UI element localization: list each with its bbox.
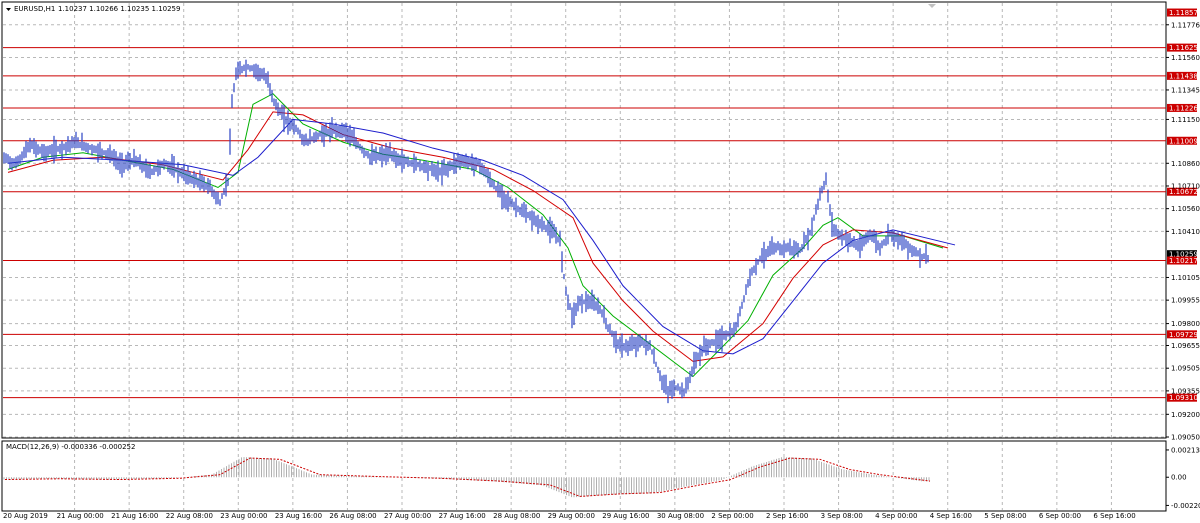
macd-tick-label: 0.002134 bbox=[1171, 446, 1200, 454]
price-tick-label: 1.09355 bbox=[1171, 387, 1200, 395]
macd-tick-label: -0.002205 bbox=[1171, 502, 1200, 510]
price-tick-label: 1.10105 bbox=[1171, 274, 1200, 282]
ohlc-values: 1.10237 1.10266 1.10235 1.10259 bbox=[58, 5, 180, 13]
price-badge-label: 1.11625 bbox=[1169, 44, 1198, 52]
macd-window-frame bbox=[1, 440, 1167, 512]
price-badge-label: 1.10217 bbox=[1169, 257, 1198, 265]
price-tick-label: 1.11345 bbox=[1171, 86, 1200, 94]
time-tick-label: 5 Sep 08:00 bbox=[984, 512, 1026, 520]
price-tick-label: 1.10860 bbox=[1171, 160, 1200, 168]
price-tick-label: 1.09655 bbox=[1171, 342, 1200, 350]
time-tick-label: 23 Aug 00:00 bbox=[220, 512, 267, 520]
chart-canvas[interactable]: 1.118571.116251.114381.112261.110091.106… bbox=[0, 0, 1200, 523]
time-tick-label: 2 Sep 00:00 bbox=[711, 512, 753, 520]
price-tick-label: 1.09800 bbox=[1171, 320, 1200, 328]
time-tick-label: 2 Sep 16:00 bbox=[766, 512, 808, 520]
time-tick-label: 3 Sep 08:00 bbox=[821, 512, 863, 520]
chart-header: EURUSD,H1 1.10237 1.10266 1.10235 1.1025… bbox=[6, 5, 180, 13]
price-badge-label: 1.09729 bbox=[1169, 331, 1198, 339]
price-tick-label: 1.10560 bbox=[1171, 205, 1200, 213]
price-tick-label: 1.11776 bbox=[1171, 21, 1200, 29]
time-tick-label: 29 Aug 00:00 bbox=[548, 512, 595, 520]
time-tick-label: 28 Aug 08:00 bbox=[493, 512, 540, 520]
price-tick-label: 1.09955 bbox=[1171, 297, 1200, 305]
price-tick-label: 1.09200 bbox=[1171, 411, 1200, 419]
time-tick-label: 6 Sep 16:00 bbox=[1093, 512, 1135, 520]
time-tick-label: 21 Aug 16:00 bbox=[111, 512, 158, 520]
time-tick-label: 21 Aug 00:00 bbox=[57, 512, 104, 520]
price-tick-label: 1.11560 bbox=[1171, 54, 1200, 62]
price-badge-label: 1.11857 bbox=[1169, 9, 1198, 17]
time-tick-label: 6 Sep 00:00 bbox=[1039, 512, 1081, 520]
price-tick-label: 1.11150 bbox=[1171, 116, 1200, 124]
macd-tick-label: 0.00 bbox=[1171, 474, 1187, 482]
time-tick-label: 27 Aug 16:00 bbox=[439, 512, 486, 520]
time-tick-label: 20 Aug 2019 bbox=[3, 512, 48, 520]
symbol-label: EURUSD,H1 bbox=[14, 5, 55, 13]
time-tick-label: 23 Aug 16:00 bbox=[275, 512, 322, 520]
price-badge-label: 1.11009 bbox=[1169, 137, 1198, 145]
chart-window[interactable]: 1.11857 1.11625 1.11438 1.11226 1.11009 1.106… bbox=[0, 0, 1200, 523]
time-tick-label: 4 Sep 16:00 bbox=[930, 512, 972, 520]
price-tick-label: 1.10710 bbox=[1171, 182, 1200, 190]
time-tick-label: 29 Aug 16:00 bbox=[602, 512, 649, 520]
price-axis: 1.11776 1.11560 1.11345 1.11150 1.10860 1.107… bbox=[1166, 21, 1200, 510]
price-tick-label: 1.10410 bbox=[1171, 228, 1200, 236]
macd-label: MACD(12,26,9) -0.000336 -0.000252 bbox=[6, 443, 135, 451]
price-tick-label: 1.09050 bbox=[1171, 434, 1200, 442]
time-tick-label: 26 Aug 08:00 bbox=[329, 512, 376, 520]
time-tick-label: 4 Sep 00:00 bbox=[875, 512, 917, 520]
price-badge-label: 1.11438 bbox=[1169, 72, 1198, 80]
time-axis: 20 Aug 2019 21 Aug 00:00 21 Aug 16:00 22 Au… bbox=[3, 512, 1136, 520]
main-chart-frame bbox=[1, 1, 1167, 439]
time-tick-label: 27 Aug 00:00 bbox=[384, 512, 431, 520]
time-tick-label: 22 Aug 08:00 bbox=[166, 512, 213, 520]
time-tick-label: 30 Aug 08:00 bbox=[657, 512, 704, 520]
price-badge-label: 1.11226 bbox=[1169, 104, 1198, 112]
price-tick-label: 1.09505 bbox=[1171, 365, 1200, 373]
